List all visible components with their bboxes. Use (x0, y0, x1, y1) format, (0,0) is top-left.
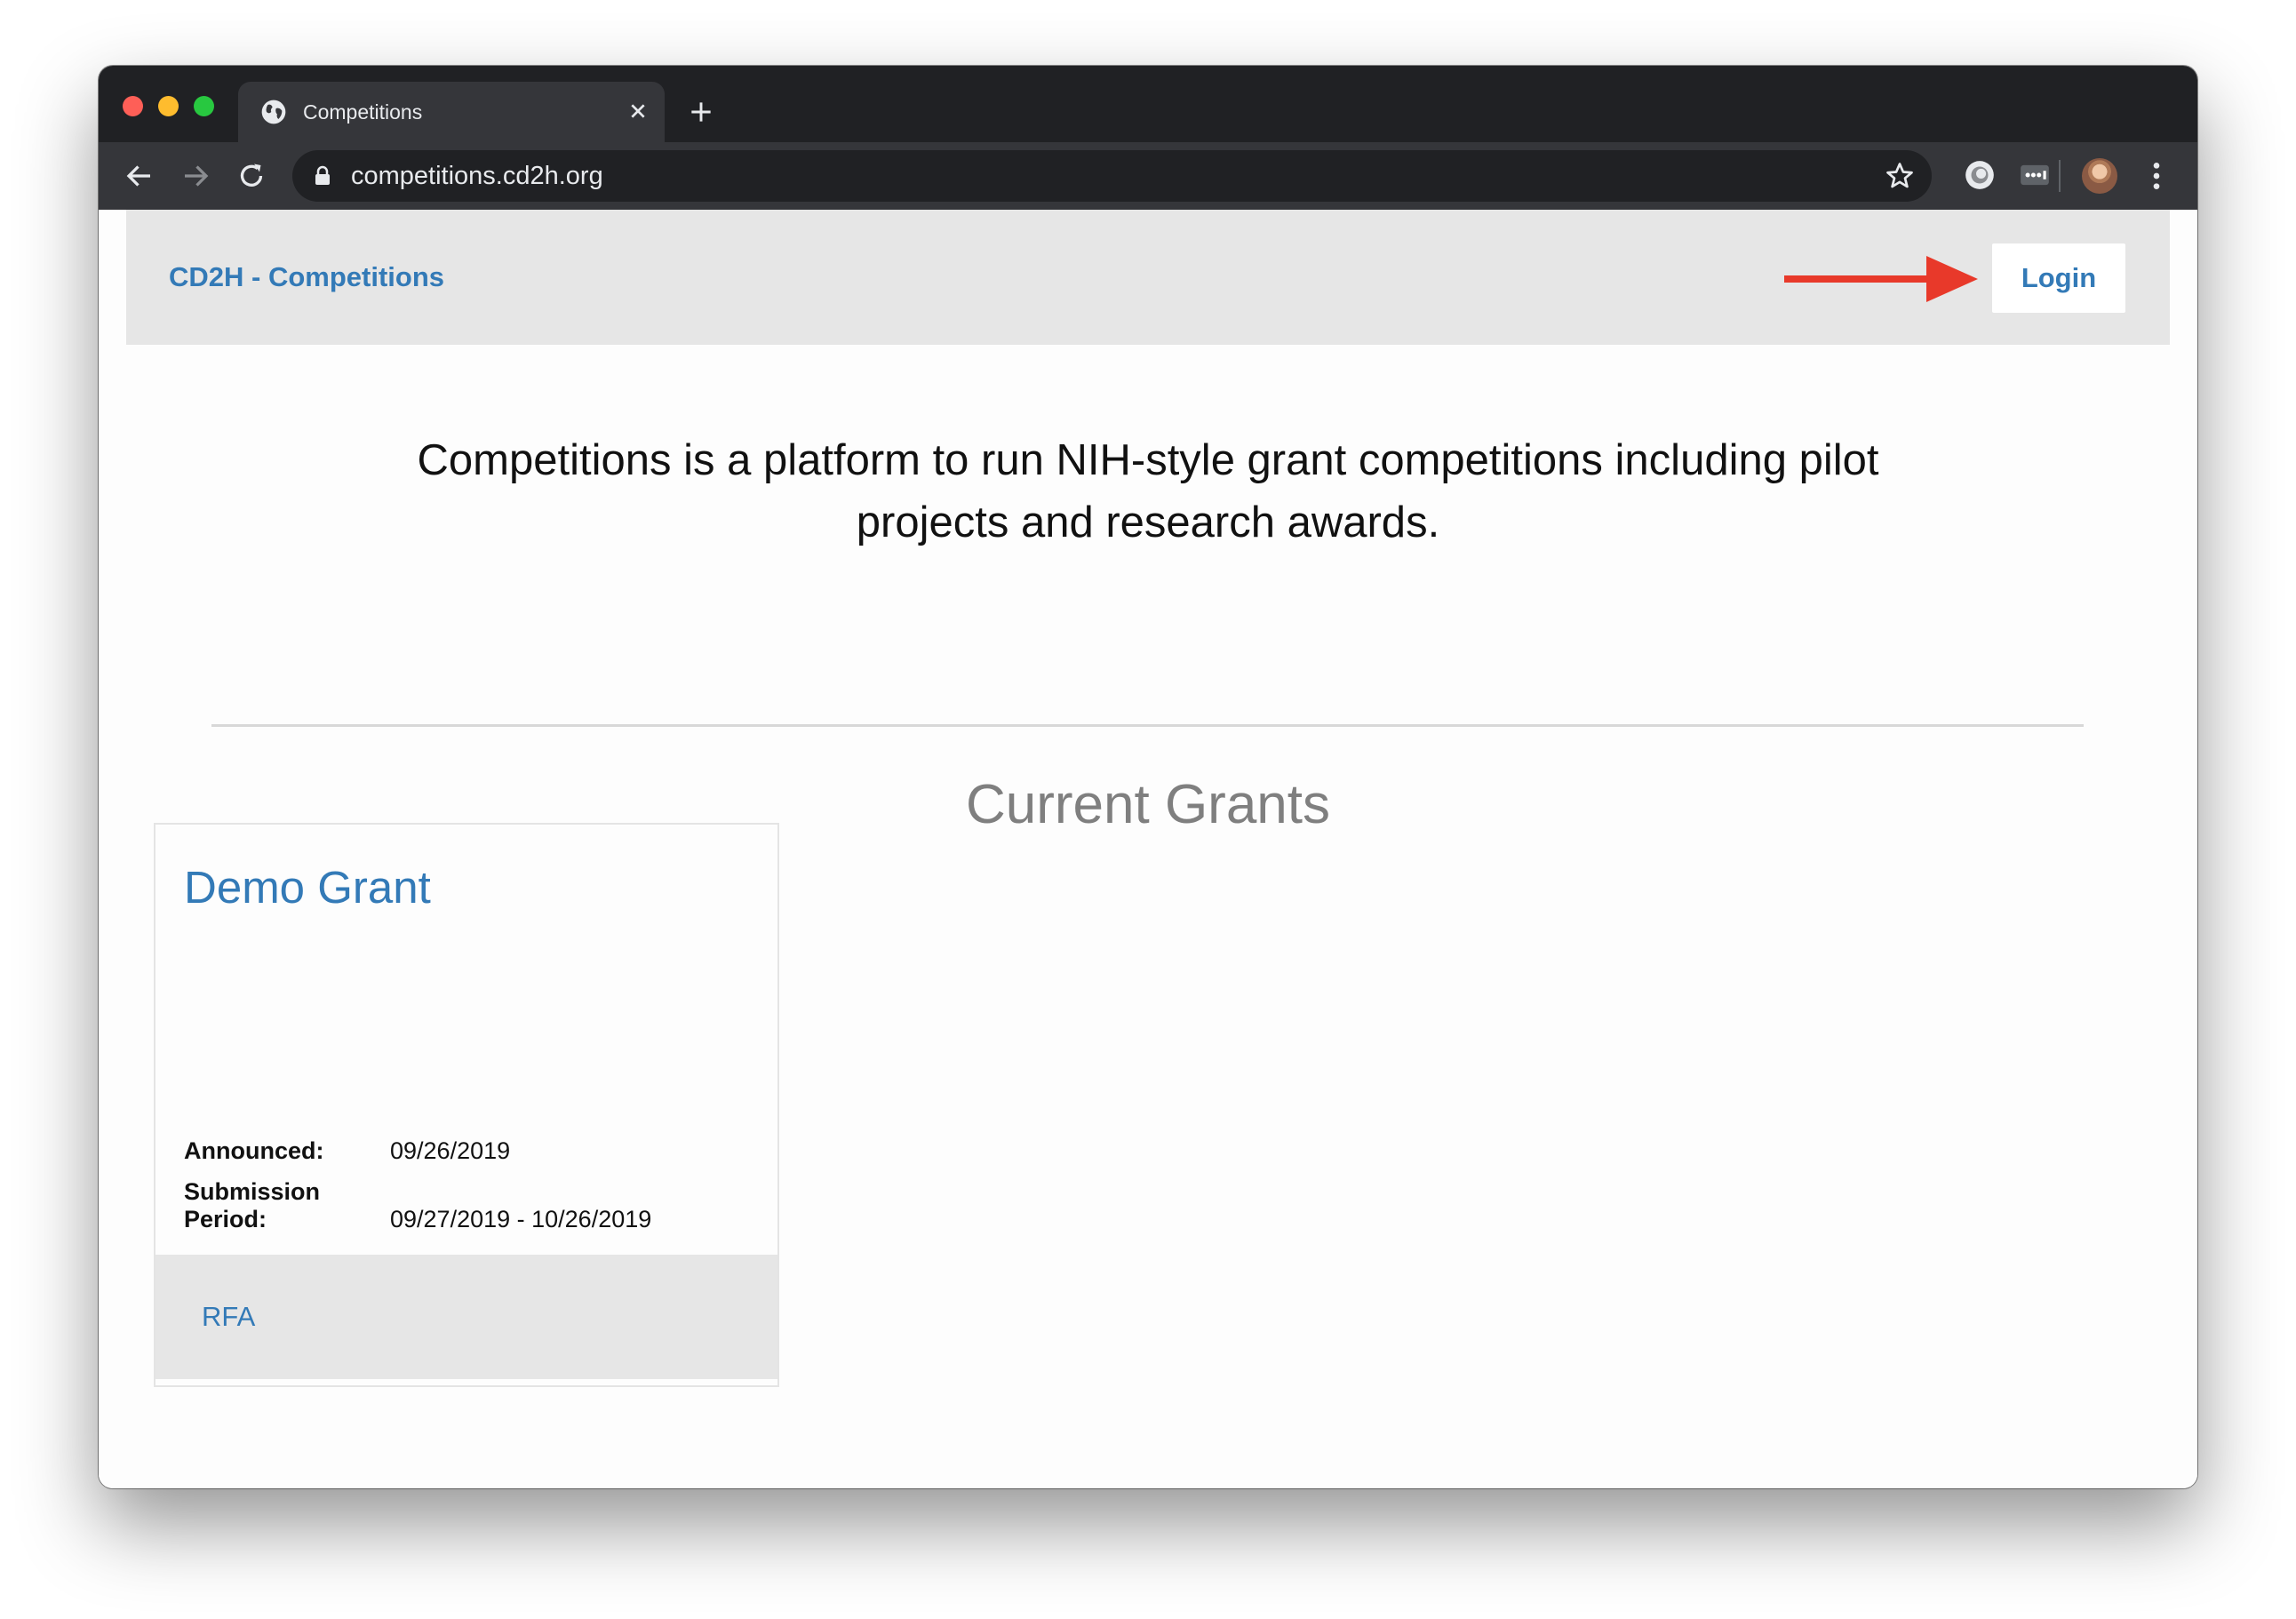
reload-icon[interactable] (235, 160, 267, 192)
announced-label: Announced: (184, 1137, 324, 1164)
close-window-button[interactable] (123, 96, 143, 116)
intro-text-block: Competitions is a platform to run NIH-st… (99, 429, 2197, 554)
star-icon[interactable] (1884, 160, 1916, 192)
more-vert-icon[interactable] (2139, 158, 2174, 194)
tab-title: Competitions (303, 100, 423, 124)
tab-strip: Competitions (99, 66, 2197, 142)
section-divider (211, 724, 2084, 727)
plus-icon[interactable] (687, 98, 715, 126)
submission-period-value: 09/27/2019 - 10/26/2019 (390, 1206, 652, 1232)
dots-extension-icon[interactable] (2018, 158, 2052, 192)
globe-icon (261, 100, 286, 124)
url-text: competitions.cd2h.org (351, 162, 603, 190)
close-icon[interactable] (624, 97, 652, 125)
page-content: CD2H - Competitions Login Competitions i… (99, 210, 2197, 1488)
browser-toolbar: competitions.cd2h.org (99, 142, 2197, 210)
grant-title-link[interactable]: Demo Grant (184, 860, 431, 915)
arrow-right-icon[interactable] (179, 160, 211, 192)
tab-competitions[interactable]: Competitions (238, 82, 665, 142)
address-bar[interactable]: competitions.cd2h.org (292, 150, 1932, 202)
avatar-icon[interactable] (2082, 158, 2117, 194)
grant-card-footer: RFA (155, 1255, 777, 1379)
arrow-left-icon[interactable] (124, 160, 155, 192)
announced-value: 09/26/2019 (390, 1137, 511, 1164)
maximize-window-button[interactable] (194, 96, 214, 116)
browser-window: Competitions competitions.cd2h.org CD2H … (99, 66, 2197, 1488)
site-navbar: CD2H - Competitions Login (126, 210, 2170, 345)
intro-text: Competitions is a platform to run NIH-st… (417, 436, 1879, 546)
annotation-arrow-icon (1784, 256, 1978, 302)
login-button[interactable]: Login (1992, 243, 2125, 313)
toolbar-separator (2059, 160, 2061, 192)
submission-label-line1: Submission (184, 1178, 321, 1205)
lock-icon (315, 165, 330, 185)
submission-label-line2: Period: (184, 1206, 267, 1232)
brand-link[interactable]: CD2H - Competitions (169, 259, 444, 295)
rfa-link[interactable]: RFA (202, 1301, 255, 1333)
grant-card: Demo Grant Announced: 09/26/2019 Submiss… (154, 823, 779, 1387)
minimize-window-button[interactable] (158, 96, 179, 116)
circle-extension-icon[interactable] (1963, 158, 1997, 192)
